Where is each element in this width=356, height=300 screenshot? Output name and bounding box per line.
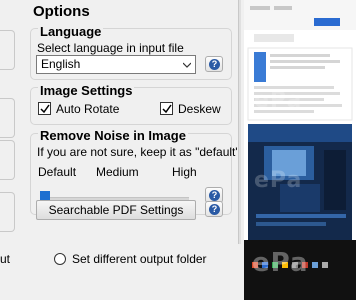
watermark: ePa (252, 248, 309, 278)
language-hint: Select language in input file (37, 41, 184, 55)
help-icon: ? (209, 190, 220, 201)
help-icon: ? (209, 59, 220, 70)
remove-noise-title: Remove Noise in Image (38, 128, 188, 143)
checkmark-icon (162, 104, 172, 114)
auto-rotate-label: Auto Rotate (56, 102, 120, 116)
help-icon: ? (209, 204, 220, 215)
options-title: Options (33, 3, 90, 20)
different-folder-radio[interactable] (54, 253, 66, 265)
watermark: ePa (254, 88, 303, 113)
language-select[interactable]: English (36, 55, 196, 74)
checkmark-icon (40, 104, 50, 114)
noise-level-default: Default (38, 165, 77, 179)
language-select-value: English (41, 57, 81, 71)
column-divider (238, 0, 241, 244)
taskbar-app-icon (322, 262, 328, 268)
chevron-down-icon (183, 62, 191, 68)
different-folder-label: Set different output folder (72, 252, 207, 266)
image-settings-title: Image Settings (38, 83, 135, 98)
remove-noise-hint: If you are not sure, keep it as "default… (37, 145, 240, 159)
left-panel-fragment (0, 98, 15, 138)
searchable-pdf-settings-button[interactable]: Searchable PDF Settings (36, 200, 196, 220)
taskbar-app-icon (312, 262, 318, 268)
deskew-label: Deskew (178, 102, 221, 116)
noise-level-medium: Medium (96, 165, 139, 179)
noise-level-high: High (172, 165, 197, 179)
auto-rotate-checkbox[interactable] (38, 102, 51, 115)
language-help-button[interactable]: ? (205, 56, 223, 72)
left-panel-fragment (0, 140, 15, 180)
watermark: ePa (254, 168, 303, 193)
output-option-fragment: ut (0, 252, 11, 266)
pdf-settings-help-button[interactable]: ? (205, 201, 223, 217)
left-panel-fragment (0, 30, 15, 70)
left-panel-fragment (0, 192, 15, 232)
deskew-checkbox[interactable] (160, 102, 173, 115)
language-group-title: Language (38, 24, 104, 39)
